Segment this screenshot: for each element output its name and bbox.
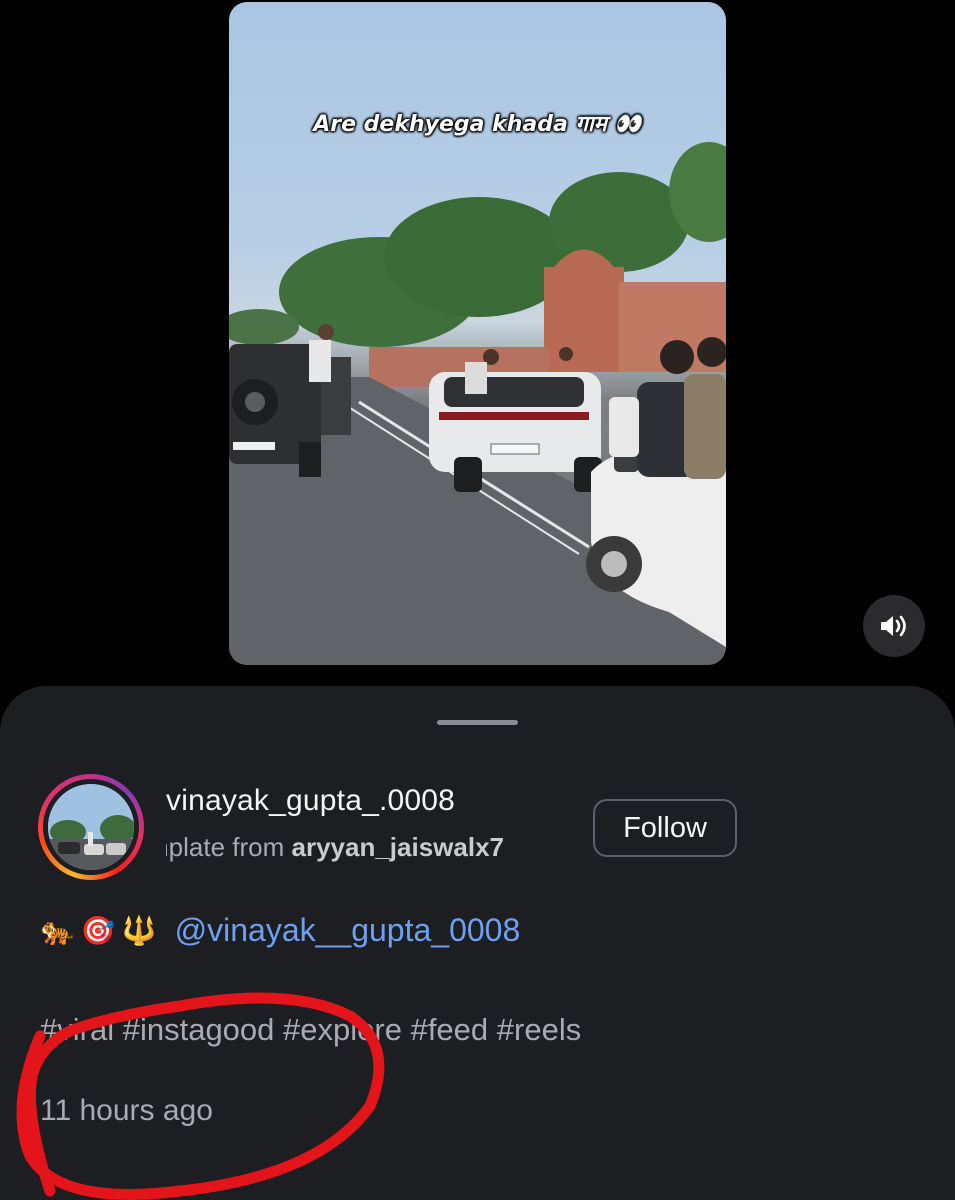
template-attribution[interactable]: mplate from aryyan_jaiswalx7 [166, 832, 564, 863]
post-timestamp: 11 hours ago [40, 1094, 213, 1127]
mention-link[interactable]: @vinayak__gupta_0008 [175, 912, 521, 949]
hashtag-link[interactable]: #reels [497, 1012, 581, 1047]
avatar[interactable] [48, 784, 134, 870]
video-frame-image [229, 142, 726, 665]
tiger-emoji: 🐅 [40, 914, 75, 947]
hashtag-link[interactable]: #explore [283, 1012, 402, 1047]
story-ring[interactable] [38, 774, 144, 880]
speaker-volume-icon [881, 615, 906, 637]
caption: 🐅 🎯 🔱 @vinayak__gupta_0008 [40, 912, 520, 949]
template-prefix: mplate from [166, 832, 285, 862]
target-emoji: 🎯 [80, 914, 116, 947]
follow-button[interactable]: Follow [593, 799, 737, 857]
template-username[interactable]: aryyan_jaiswalx7 [292, 832, 505, 862]
hashtag-link[interactable]: #feed [411, 1012, 489, 1047]
sound-toggle-button[interactable] [863, 595, 925, 657]
hashtag-link[interactable]: #viral [40, 1012, 114, 1047]
sheet-grabber-handle[interactable] [437, 720, 518, 725]
reel-video[interactable]: Are dekhyega khada गाम 👀 [229, 2, 726, 665]
avatar-image [48, 784, 134, 870]
post-info-sheet: vinayak_gupta_.0008 mplate from aryyan_j… [0, 686, 955, 1200]
hashtags: #viral #instagood #explore #feed #reels [40, 1012, 581, 1048]
hashtag-link[interactable]: #instagood [123, 1012, 275, 1047]
video-overlay-text: Are dekhyega khada गाम 👀 [313, 112, 642, 137]
trident-emoji: 🔱 [121, 914, 157, 947]
username[interactable]: vinayak_gupta_.0008 [166, 784, 455, 818]
